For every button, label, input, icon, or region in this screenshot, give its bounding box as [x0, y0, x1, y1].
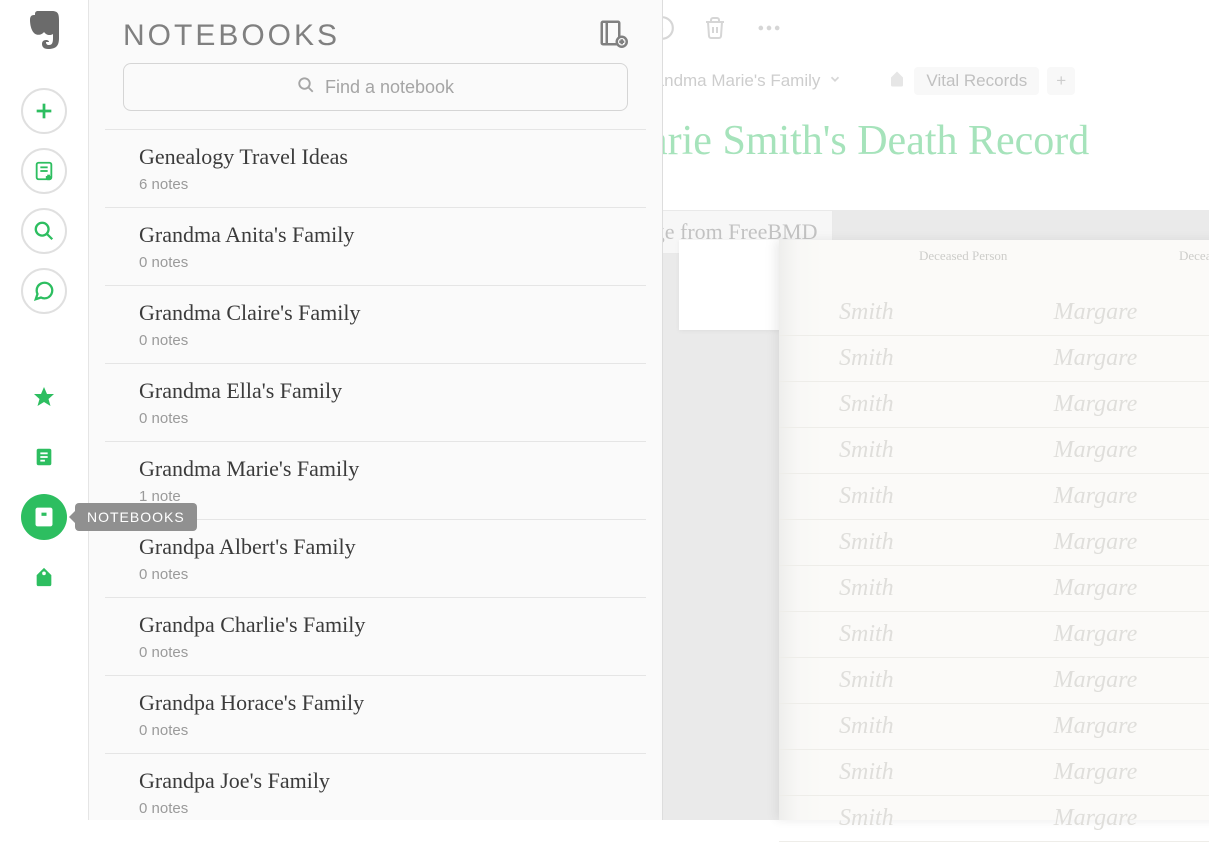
new-note-options-button[interactable] — [21, 148, 67, 194]
panel-title: NOTEBOOKS — [123, 19, 340, 53]
note-tag[interactable]: Vital Records — [914, 67, 1039, 95]
notebook-count: 0 notes — [139, 410, 612, 427]
notebook-name: Grandma Marie's Family — [139, 456, 612, 482]
note-attachment-image: age from FreeBMD Deceased Person Decea S… — [629, 210, 1209, 820]
notebook-name: Grandpa Horace's Family — [139, 690, 612, 716]
notebook-item[interactable]: Grandma Ella's Family 0 notes — [105, 364, 646, 442]
column-header: Deceased Person — [919, 248, 1007, 264]
notebook-count: 6 notes — [139, 176, 612, 193]
notebook-name: Grandpa Joe's Family — [139, 768, 612, 794]
trash-icon[interactable] — [703, 16, 727, 45]
notebook-name: Genealogy Travel Ideas — [139, 144, 612, 170]
notebook-item[interactable]: Genealogy Travel Ideas 6 notes — [105, 129, 646, 208]
search-input[interactable]: Find a notebook — [123, 63, 628, 111]
evernote-logo-icon[interactable] — [26, 10, 62, 50]
notebook-count: 0 notes — [139, 800, 612, 817]
notebook-item[interactable]: Grandma Claire's Family 0 notes — [105, 286, 646, 364]
notebook-item[interactable]: Grandpa Joe's Family 0 notes — [105, 754, 646, 831]
tags-button[interactable] — [21, 554, 67, 600]
work-chat-button[interactable] — [21, 268, 67, 314]
left-rail: NOTEBOOKS — [0, 0, 89, 820]
search-button[interactable] — [21, 208, 67, 254]
notebook-name: Grandpa Charlie's Family — [139, 612, 612, 638]
notebook-name: Grandma Ella's Family — [139, 378, 612, 404]
search-icon — [297, 76, 315, 99]
tag-icon — [888, 70, 906, 93]
new-note-button[interactable] — [21, 88, 67, 134]
search-placeholder: Find a notebook — [325, 77, 454, 98]
note-tag-label: Vital Records — [926, 71, 1027, 91]
rail-tooltip: NOTEBOOKS — [75, 503, 197, 531]
chevron-down-icon[interactable] — [828, 71, 842, 91]
page-tab-graphic — [679, 240, 789, 330]
new-notebook-icon[interactable] — [598, 18, 628, 53]
notebook-count: 0 notes — [139, 722, 612, 739]
notebooks-button[interactable]: NOTEBOOKS — [21, 494, 67, 540]
notebook-count: 1 note — [139, 488, 612, 505]
more-icon[interactable] — [755, 14, 783, 47]
notes-button[interactable] — [21, 434, 67, 480]
notebooks-panel: NOTEBOOKS Find a notebook Genealogy Trav… — [89, 0, 663, 820]
notebook-item[interactable]: Grandpa Charlie's Family 0 notes — [105, 598, 646, 676]
notebooks-list: Genealogy Travel Ideas 6 notes Grandma A… — [89, 129, 662, 831]
notebook-name: Grandma Anita's Family — [139, 222, 612, 248]
add-tag-button[interactable]: + — [1047, 67, 1075, 95]
record-page-graphic: Deceased Person Decea SmithMargare Smith… — [779, 240, 1209, 820]
shortcuts-button[interactable] — [21, 374, 67, 420]
note-notebook-label[interactable]: randma Marie's Family — [649, 71, 820, 91]
notebook-item[interactable]: Grandpa Horace's Family 0 notes — [105, 676, 646, 754]
notebook-item[interactable]: Grandma Anita's Family 0 notes — [105, 208, 646, 286]
notebook-count: 0 notes — [139, 254, 612, 271]
notebook-item[interactable]: Grandpa Albert's Family 0 notes — [105, 520, 646, 598]
notebook-count: 0 notes — [139, 332, 612, 349]
notebook-name: Grandpa Albert's Family — [139, 534, 612, 560]
notebook-count: 0 notes — [139, 644, 612, 661]
notebook-name: Grandma Claire's Family — [139, 300, 612, 326]
column-header: Decea — [1179, 248, 1209, 264]
notebook-count: 0 notes — [139, 566, 612, 583]
